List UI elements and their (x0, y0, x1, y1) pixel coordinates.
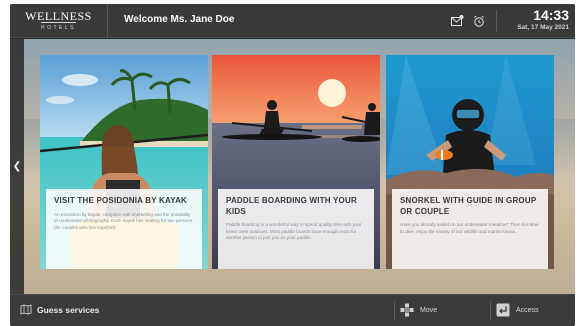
card-info-panel: PADDLE BOARDING WITH YOUR KIDS Paddle bo… (218, 189, 374, 269)
card-description: Paddle boarding is a wonderful way to sp… (226, 222, 362, 241)
tv-screen: WELLNESS HOTELS Welcome Ms. Jane Doe 14:… (10, 4, 575, 326)
guess-services-label: Guess services (37, 304, 100, 315)
logo-title: WELLNESS (25, 9, 92, 23)
move-label: Move (420, 306, 438, 314)
clock-date: Sat, 17 May 2021 (517, 24, 569, 31)
move-button[interactable]: Move (400, 303, 437, 317)
carousel-prev-button[interactable]: ❮ (10, 39, 24, 294)
access-label: Access (516, 306, 539, 314)
card-title: PADDLE BOARDING WITH YOUR KIDS (226, 196, 357, 216)
mail-icon[interactable] (450, 14, 464, 28)
services-carousel: ❮ VISIT THE POSIDONIA BY KAYAK An excurs… (10, 39, 575, 294)
clock: 14:33 Sat, 17 May 2021 (517, 8, 569, 32)
card-description: Have you already sailed on our underwate… (400, 222, 539, 234)
header-bar: WELLNESS HOTELS Welcome Ms. Jane Doe 14:… (10, 4, 575, 38)
hotel-logo: WELLNESS HOTELS (10, 4, 108, 38)
card-description: An excursion by kayak, complete with sno… (54, 211, 193, 230)
chevron-left-icon: ❮ (12, 161, 22, 172)
card-info-panel: SNORKEL WITH GUIDE IN GROUP OR COUPLE Ha… (392, 189, 548, 269)
service-card-kayak[interactable]: VISIT THE POSIDONIA BY KAYAK An excursio… (40, 55, 208, 269)
access-button[interactable]: Access (496, 303, 539, 317)
card-title: SNORKEL WITH GUIDE IN GROUP OR COUPLE (400, 196, 537, 216)
footer-bar: Guess services Move Access (10, 294, 575, 326)
footer-divider (394, 301, 395, 321)
welcome-message: Welcome Ms. Jane Doe (124, 14, 235, 25)
footer-divider (490, 301, 491, 321)
header-divider (496, 10, 497, 32)
logo-subtitle: HOTELS (40, 22, 76, 32)
enter-key-icon (496, 303, 510, 317)
card-title: VISIT THE POSIDONIA BY KAYAK (54, 196, 188, 205)
service-card-paddle[interactable]: PADDLE BOARDING WITH YOUR KIDS Paddle bo… (212, 55, 380, 269)
guess-services-button[interactable]: Guess services (20, 304, 99, 315)
dpad-icon (400, 303, 414, 317)
alarm-clock-icon[interactable] (472, 14, 486, 28)
card-info-panel: VISIT THE POSIDONIA BY KAYAK An excursio… (46, 189, 202, 269)
map-icon (20, 304, 32, 315)
clock-time: 14:33 (533, 7, 569, 23)
service-card-snorkel[interactable]: SNORKEL WITH GUIDE IN GROUP OR COUPLE Ha… (386, 55, 554, 269)
